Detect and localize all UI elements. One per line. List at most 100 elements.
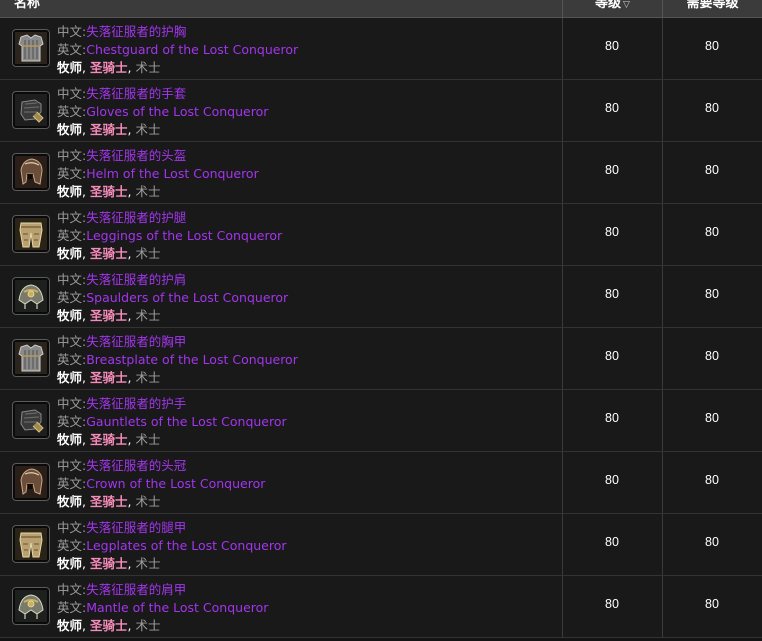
item-link-chinese[interactable]: 失落征服者的头冠 [86, 458, 186, 473]
class-list: 牧师, 圣骑士, 术士 [57, 245, 282, 263]
item-link-chinese[interactable]: 失落征服者的护胸 [86, 24, 186, 39]
class-paladin-link[interactable]: 圣骑士 [90, 556, 128, 571]
column-header-required-level[interactable]: 需要等级 [662, 0, 762, 17]
class-priest-link[interactable]: 牧师 [57, 246, 82, 261]
english-label: 英文: [57, 476, 87, 491]
item-link-english[interactable]: Crown of the Lost Conqueror [86, 476, 265, 491]
item-names: 中文:失落征服者的护肩 英文:Spaulders of the Lost Conq… [57, 271, 288, 325]
class-warlock-link[interactable]: 术士 [135, 370, 160, 385]
table-row: 中文:失落征服者的胸甲 英文:Breastplate of the Lost Co… [0, 328, 762, 390]
class-warlock-link[interactable]: 术士 [135, 122, 160, 137]
class-paladin-link[interactable]: 圣骑士 [90, 122, 128, 137]
chinese-label: 中文: [57, 520, 87, 535]
item-link-chinese[interactable]: 失落征服者的胸甲 [86, 334, 186, 349]
class-warlock-link[interactable]: 术士 [135, 618, 160, 633]
gloves-icon[interactable] [12, 401, 50, 439]
class-warlock-link[interactable]: 术士 [135, 184, 160, 199]
shoulders-icon[interactable] [12, 277, 50, 315]
class-warlock-link[interactable]: 术士 [135, 60, 160, 75]
column-header-level[interactable]: 等级 ▽ [562, 0, 662, 17]
class-paladin-link[interactable]: 圣骑士 [90, 246, 128, 261]
chinese-label: 中文: [57, 148, 87, 163]
class-priest-link[interactable]: 牧师 [57, 184, 82, 199]
class-paladin-link[interactable]: 圣骑士 [90, 308, 128, 323]
item-link-chinese[interactable]: 失落征服者的护腿 [86, 210, 186, 225]
helm-icon[interactable] [12, 463, 50, 501]
english-label: 英文: [57, 228, 87, 243]
separator: , [82, 556, 90, 571]
item-level: 80 [605, 597, 619, 611]
chinese-name-line: 中文:失落征服者的头冠 [57, 457, 265, 475]
item-link-english[interactable]: Breastplate of the Lost Conqueror [86, 352, 298, 367]
item-link-chinese[interactable]: 失落征服者的肩甲 [86, 582, 186, 597]
helm-icon[interactable] [12, 153, 50, 191]
item-link-chinese[interactable]: 失落征服者的手套 [86, 86, 186, 101]
item-link-english[interactable]: Gauntlets of the Lost Conqueror [86, 414, 286, 429]
separator: , [82, 308, 90, 323]
item-level: 80 [605, 101, 619, 115]
chinese-name-line: 中文:失落征服者的肩甲 [57, 581, 268, 599]
column-header-name[interactable]: 名称 [0, 0, 562, 17]
class-priest-link[interactable]: 牧师 [57, 122, 82, 137]
item-link-chinese[interactable]: 失落征服者的护肩 [86, 272, 186, 287]
class-paladin-link[interactable]: 圣骑士 [90, 370, 128, 385]
class-paladin-link[interactable]: 圣骑士 [90, 184, 128, 199]
item-link-chinese[interactable]: 失落征服者的头盔 [86, 148, 186, 163]
item-names: 中文:失落征服者的腿甲 英文:Legplates of the Lost Conq… [57, 519, 287, 573]
class-priest-link[interactable]: 牧师 [57, 618, 82, 633]
item-link-english[interactable]: Helm of the Lost Conqueror [86, 166, 259, 181]
table-row: 中文:失落征服者的头盔英文:Helm of the Lost Conqueror… [0, 142, 762, 204]
item-link-chinese[interactable]: 失落征服者的腿甲 [86, 520, 186, 535]
chinese-label: 中文: [57, 396, 87, 411]
class-warlock-link[interactable]: 术士 [135, 246, 160, 261]
english-label: 英文: [57, 290, 87, 305]
separator: , [82, 122, 90, 137]
shoulders-icon[interactable] [12, 587, 50, 625]
class-list: 牧师, 圣骑士, 术士 [57, 121, 268, 139]
chinese-name-line: 中文:失落征服者的手套 [57, 85, 268, 103]
gloves-icon[interactable] [12, 91, 50, 129]
leggings-icon[interactable] [12, 525, 50, 563]
table-row: 中文:失落征服者的护胸英文:Chestguard of the Lost Con… [0, 18, 762, 80]
english-name-line: 英文:Chestguard of the Lost Conqueror [57, 41, 298, 59]
english-label: 英文: [57, 600, 87, 615]
english-label: 英文: [57, 352, 87, 367]
class-priest-link[interactable]: 牧师 [57, 432, 82, 447]
item-link-english[interactable]: Gloves of the Lost Conqueror [86, 104, 268, 119]
chinese-label: 中文: [57, 24, 87, 39]
chest-armor-icon[interactable] [12, 29, 50, 67]
class-paladin-link[interactable]: 圣骑士 [90, 494, 128, 509]
english-name-line: 英文:Crown of the Lost Conqueror [57, 475, 265, 493]
table-row: 中文:失落征服者的护肩 英文:Spaulders of the Lost Conq… [0, 266, 762, 328]
class-paladin-link[interactable]: 圣骑士 [90, 618, 128, 633]
class-priest-link[interactable]: 牧师 [57, 494, 82, 509]
item-link-english[interactable]: Legplates of the Lost Conqueror [86, 538, 286, 553]
chinese-label: 中文: [57, 582, 87, 597]
table-row: 中文:失落征服者的肩甲 英文:Mantle of the Lost Conquer… [0, 576, 762, 638]
class-paladin-link[interactable]: 圣骑士 [90, 432, 128, 447]
class-priest-link[interactable]: 牧师 [57, 370, 82, 385]
class-paladin-link[interactable]: 圣骑士 [90, 60, 128, 75]
required-level: 80 [705, 163, 719, 177]
class-priest-link[interactable]: 牧师 [57, 556, 82, 571]
leggings-icon[interactable] [12, 215, 50, 253]
class-warlock-link[interactable]: 术士 [135, 308, 160, 323]
class-warlock-link[interactable]: 术士 [135, 494, 160, 509]
item-link-english[interactable]: Spaulders of the Lost Conqueror [86, 290, 288, 305]
table-header: 名称 等级 ▽ 需要等级 [0, 0, 762, 18]
class-warlock-link[interactable]: 术士 [135, 432, 160, 447]
item-link-chinese[interactable]: 失落征服者的护手 [86, 396, 186, 411]
required-level: 80 [705, 39, 719, 53]
class-priest-link[interactable]: 牧师 [57, 308, 82, 323]
chest-armor-icon[interactable] [12, 339, 50, 377]
english-label: 英文: [57, 166, 87, 181]
item-link-english[interactable]: Chestguard of the Lost Conqueror [86, 42, 298, 57]
item-link-english[interactable]: Mantle of the Lost Conqueror [86, 600, 268, 615]
item-link-english[interactable]: Leggings of the Lost Conqueror [86, 228, 282, 243]
class-warlock-link[interactable]: 术士 [135, 556, 160, 571]
table-body: 中文:失落征服者的护胸 英文:Chestguard of the Lost Con… [0, 18, 762, 638]
item-level: 80 [605, 225, 619, 239]
item-names: 中文:失落征服者的护胸英文:Chestguard of the Lost Con… [57, 23, 298, 77]
required-level: 80 [705, 535, 719, 549]
class-priest-link[interactable]: 牧师 [57, 60, 82, 75]
